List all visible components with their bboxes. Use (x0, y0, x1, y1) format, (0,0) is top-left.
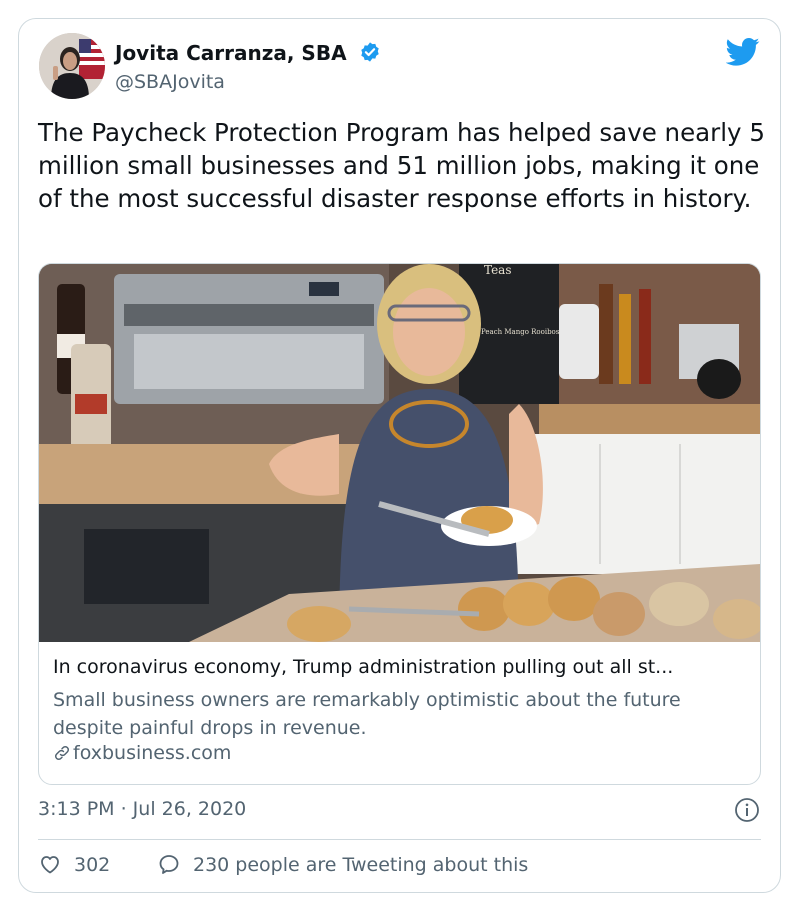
link-card-title: In coronavirus economy, Trump administra… (53, 656, 674, 678)
tweet-card: Jovita Carranza, SBA @SBAJovita The Payc… (18, 18, 781, 893)
reply-text: 230 people are Tweeting about this (193, 854, 529, 876)
article-photo: Teas Peach Mango Rooibos for iced tea (39, 264, 760, 642)
reply-icon (159, 855, 179, 874)
link-icon (54, 745, 70, 761)
avatar[interactable] (39, 33, 105, 99)
info-icon[interactable] (734, 797, 760, 823)
twitter-bird-icon[interactable] (726, 37, 760, 67)
avatar-image (39, 33, 105, 99)
link-card-description: Small business owners are remarkably opt… (53, 689, 681, 739)
verified-badge-icon (360, 42, 379, 62)
display-name[interactable]: Jovita Carranza, SBA (115, 41, 381, 65)
heart-icon (41, 856, 59, 874)
link-card-domain-text: foxbusiness.com (73, 742, 232, 764)
like-button[interactable]: 302 (38, 852, 110, 876)
board-text: Teas (484, 264, 512, 277)
tweet-text: The Paycheck Protection Program has help… (38, 118, 765, 213)
divider (38, 839, 761, 840)
display-name-text: Jovita Carranza, SBA (115, 41, 347, 65)
link-preview-card[interactable]: Teas Peach Mango Rooibos for iced tea In… (38, 263, 761, 785)
reply-button[interactable]: 230 people are Tweeting about this (157, 852, 528, 876)
tweet-timestamp[interactable]: 3:13 PM · Jul 26, 2020 (38, 798, 246, 820)
user-handle[interactable]: @SBAJovita (115, 71, 225, 93)
link-card-domain: foxbusiness.com (53, 742, 231, 764)
like-count: 302 (74, 854, 111, 876)
